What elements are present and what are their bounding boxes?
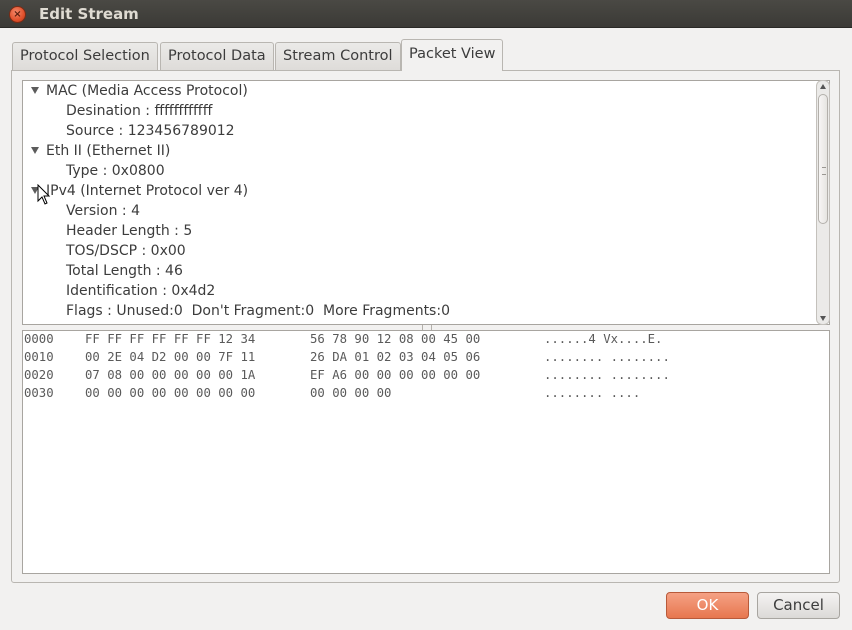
hex-row: 0020 07 08 00 00 00 00 00 1A EF A6 00 00… — [23, 368, 670, 386]
grip-icon — [822, 167, 826, 175]
hex-offset: 0020 — [24, 368, 54, 382]
tree-item-label: Flags : Unused:0 Don't Fragment:0 More F… — [66, 303, 450, 319]
hex-bytes: 26 DA 01 02 03 04 05 06 — [310, 350, 481, 364]
hex-bytes: 00 2E 04 D2 00 00 7F 11 — [85, 350, 256, 364]
hex-ascii: ......4 Vx....E. — [544, 332, 663, 346]
tree-item-label: Eth II (Ethernet II) — [46, 143, 171, 159]
hex-bytes: 56 78 90 12 08 00 45 00 — [310, 332, 481, 346]
hex-dump-view[interactable]: 0000 FF FF FF FF FF FF 12 34 56 78 90 12… — [22, 330, 830, 574]
ok-button[interactable]: OK — [666, 592, 749, 619]
title-bar: × Edit Stream — [0, 0, 852, 28]
hex-row: 0030 00 00 00 00 00 00 00 00 00 00 00 00… — [23, 386, 640, 404]
scroll-down-icon[interactable] — [820, 316, 826, 321]
tab-stream-control[interactable]: Stream Control — [275, 42, 401, 70]
tree-item-label: Header Length : 5 — [66, 223, 193, 239]
tree-item-label: IPv4 (Internet Protocol ver 4) — [46, 183, 249, 199]
cancel-button[interactable]: Cancel — [757, 592, 840, 619]
tree-item-label: Type : 0x0800 — [66, 163, 165, 179]
hex-bytes: 00 00 00 00 — [310, 386, 392, 400]
hex-ascii: ........ ........ — [544, 350, 670, 364]
scroll-up-icon[interactable] — [820, 84, 826, 89]
hex-offset: 0010 — [24, 350, 54, 364]
hex-bytes: EF A6 00 00 00 00 00 00 — [310, 368, 481, 382]
tab-packet-view[interactable]: Packet View — [401, 39, 504, 71]
scrollbar-thumb[interactable] — [818, 94, 828, 224]
hex-ascii: ........ ........ — [544, 368, 670, 382]
hex-ascii: ........ .... — [544, 386, 641, 400]
tree-item-label: Total Length : 46 — [66, 263, 183, 279]
tree-scrollbar[interactable] — [816, 80, 830, 325]
hex-bytes: FF FF FF FF FF FF 12 34 — [85, 332, 256, 346]
tree-item-label: MAC (Media Access Protocol) — [46, 83, 248, 99]
tree-item-label: Desination : ffffffffffff — [66, 103, 213, 119]
tab-protocol-data[interactable]: Protocol Data — [160, 42, 274, 70]
expander-down-icon[interactable] — [31, 147, 39, 154]
hex-offset: 0000 — [24, 332, 54, 346]
hex-row: 0010 00 2E 04 D2 00 00 7F 11 26 DA 01 02… — [23, 350, 670, 368]
window-title: Edit Stream — [39, 5, 139, 23]
hex-bytes: 00 00 00 00 00 00 00 00 — [85, 386, 256, 400]
tree-item-label: Source : 123456789012 — [66, 123, 235, 139]
hex-row: 0000 FF FF FF FF FF FF 12 34 56 78 90 12… — [23, 332, 662, 350]
tree-item-label: Version : 4 — [66, 203, 141, 219]
hex-bytes: 07 08 00 00 00 00 00 1A — [85, 368, 256, 382]
protocol-tree[interactable]: MAC (Media Access Protocol) Desination :… — [22, 80, 830, 325]
expander-down-icon[interactable] — [31, 87, 39, 94]
tab-protocol-selection[interactable]: Protocol Selection — [12, 42, 158, 70]
close-icon[interactable]: × — [9, 6, 26, 23]
tree-item-label: Identification : 0x4d2 — [66, 283, 216, 299]
mouse-pointer-icon — [37, 184, 51, 205]
tree-item-label: TOS/DSCP : 0x00 — [66, 243, 186, 259]
hex-offset: 0030 — [24, 386, 54, 400]
